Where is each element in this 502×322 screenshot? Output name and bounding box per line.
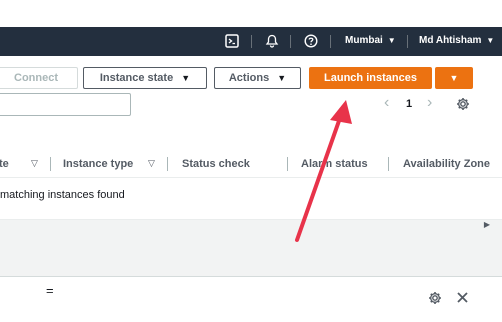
connect-button[interactable]: Connect (0, 67, 78, 89)
column-divider (50, 157, 51, 171)
caret-down-icon: ▼ (449, 73, 459, 83)
split-panel-divider-area (0, 229, 502, 277)
column-header-status-check[interactable]: Status check (182, 158, 250, 170)
gear-icon[interactable] (456, 97, 470, 114)
nav-divider (407, 35, 408, 48)
region-selector[interactable]: Mumbai ▼ (345, 35, 396, 46)
next-page-icon[interactable]: › (427, 94, 432, 112)
column-divider (287, 157, 288, 171)
caret-down-icon: ▼ (387, 36, 396, 45)
instances-toolbar: Connect Instance state ▼ Actions ▼ Launch … (0, 64, 502, 92)
sort-icon[interactable]: ▽ (148, 158, 155, 169)
page-number[interactable]: 1 (406, 98, 412, 110)
caret-down-icon: ▼ (181, 73, 191, 83)
top-navigation-bar: Mumbai ▼ Md Ahtisham ▼ (0, 27, 502, 56)
instance-state-label: Instance state (99, 72, 174, 84)
column-header-instance-type[interactable]: Instance type (63, 158, 133, 170)
instance-state-button[interactable]: Instance state ▼ (83, 67, 207, 89)
actions-button[interactable]: Actions ▼ (214, 67, 301, 89)
launch-instances-button[interactable]: Launch instances (309, 67, 432, 89)
caret-down-icon: ▼ (486, 36, 495, 45)
previous-page-icon[interactable]: ‹ (384, 94, 389, 112)
connect-label: Connect (14, 72, 58, 84)
column-divider (388, 157, 389, 171)
drag-handle-icon[interactable]: = (46, 283, 54, 298)
empty-table-message: matching instances found (0, 189, 125, 201)
nav-divider (251, 35, 252, 48)
launch-options-dropdown[interactable]: ▼ (435, 67, 473, 89)
table-header: te ▽ Instance type ▽ Status check Alarm … (0, 150, 502, 178)
search-input[interactable] (0, 93, 131, 116)
terminal-icon[interactable] (224, 33, 240, 49)
top-strip (0, 0, 502, 27)
user-menu[interactable]: Md Ahtisham ▼ (419, 35, 494, 46)
bell-icon[interactable] (264, 33, 280, 49)
launch-instances-label: Launch instances (324, 72, 417, 84)
sort-icon[interactable]: ▽ (31, 158, 38, 169)
nav-divider (290, 35, 291, 48)
user-name: Md Ahtisham (419, 35, 482, 46)
scroll-right-icon[interactable]: ▶ (484, 220, 490, 229)
help-icon[interactable] (303, 33, 319, 49)
column-header-instance-state[interactable]: te (0, 158, 9, 170)
nav-divider (330, 35, 331, 48)
region-label: Mumbai (345, 35, 383, 46)
column-header-availability-zone[interactable]: Availability Zone (403, 158, 490, 170)
gear-icon[interactable] (428, 291, 442, 308)
column-divider (167, 157, 168, 171)
horizontal-scrollbar[interactable]: ▶ (0, 219, 502, 229)
column-header-alarm-status[interactable]: Alarm status (301, 158, 368, 170)
caret-down-icon: ▼ (277, 73, 287, 83)
actions-label: Actions (228, 72, 270, 84)
close-icon[interactable] (456, 291, 469, 307)
